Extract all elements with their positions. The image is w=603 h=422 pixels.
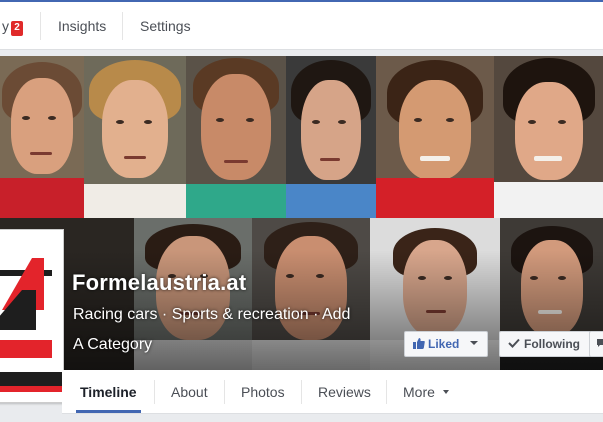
tab-photos[interactable]: Photos bbox=[241, 370, 285, 414]
admin-divider bbox=[40, 12, 41, 40]
admin-tab-settings[interactable]: Settings bbox=[140, 2, 191, 50]
notification-badge: 2 bbox=[11, 21, 23, 36]
driver-portrait bbox=[376, 56, 494, 218]
page-category-line-1[interactable]: Racing cars · Sports & recreation · Add bbox=[73, 300, 403, 330]
admin-tab-activity[interactable]: y2 bbox=[2, 2, 23, 50]
driver-portrait bbox=[84, 56, 186, 218]
thumbs-up-icon bbox=[413, 338, 425, 349]
following-button-label: Following bbox=[524, 337, 580, 351]
admin-tab-insights[interactable]: Insights bbox=[58, 2, 106, 50]
admin-tab-activity-label: y bbox=[2, 18, 9, 34]
driver-portrait bbox=[494, 56, 603, 218]
tab-divider bbox=[154, 380, 155, 404]
driver-portrait bbox=[0, 56, 84, 218]
chat-bubble-icon bbox=[597, 339, 603, 347]
formelaustria-logo bbox=[0, 230, 63, 402]
tab-divider bbox=[386, 380, 387, 404]
tab-divider bbox=[224, 380, 225, 404]
tab-more-label: More bbox=[403, 384, 435, 400]
liked-button[interactable]: Liked bbox=[404, 331, 488, 357]
tab-timeline[interactable]: Timeline bbox=[80, 370, 137, 414]
driver-portrait bbox=[286, 56, 376, 218]
tab-divider bbox=[301, 380, 302, 404]
page-category-line-2[interactable]: A Category bbox=[73, 330, 403, 360]
profile-picture[interactable] bbox=[0, 229, 64, 403]
page-admin-bar: y2 Insights Settings bbox=[0, 0, 603, 50]
driver-portrait bbox=[186, 56, 286, 218]
following-button[interactable]: Following bbox=[499, 331, 591, 357]
tab-about[interactable]: About bbox=[171, 370, 208, 414]
message-button[interactable] bbox=[589, 331, 603, 357]
caret-down-icon bbox=[469, 341, 478, 345]
tab-more[interactable]: More bbox=[403, 370, 450, 414]
tab-reviews[interactable]: Reviews bbox=[318, 370, 371, 414]
page-background bbox=[0, 414, 603, 422]
caret-down-icon bbox=[442, 390, 449, 394]
checkmark-icon bbox=[508, 338, 520, 348]
admin-divider bbox=[122, 12, 123, 40]
page-title[interactable]: Formelaustria.at bbox=[72, 270, 246, 296]
active-tab-indicator bbox=[76, 410, 141, 413]
liked-button-label: Liked bbox=[428, 337, 460, 351]
